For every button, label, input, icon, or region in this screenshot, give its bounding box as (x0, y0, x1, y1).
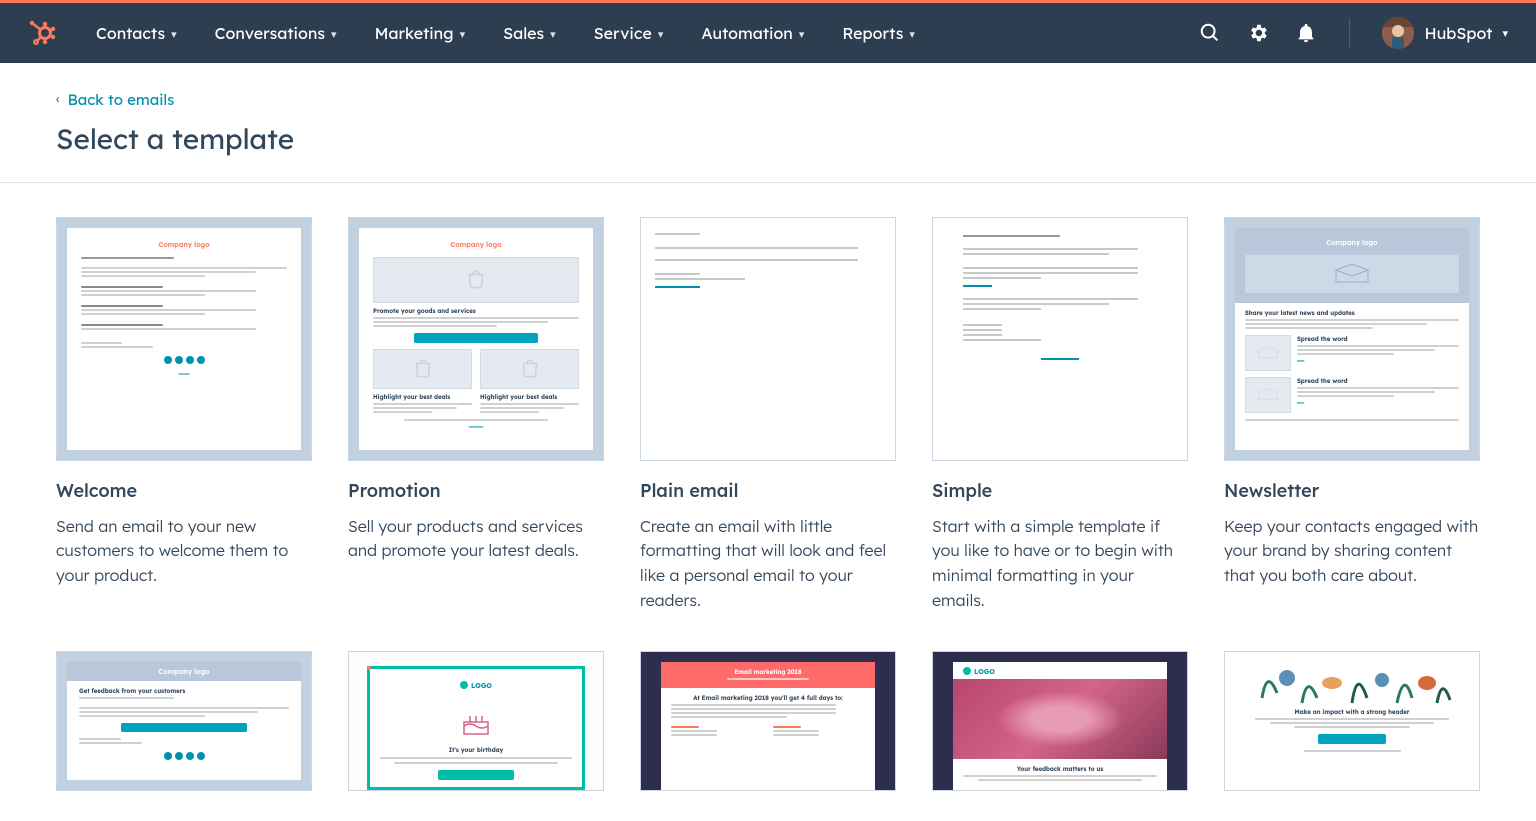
sprocket-icon (28, 18, 58, 48)
divider (1349, 18, 1350, 48)
thumb-subheading: Highlight your best deals (480, 393, 579, 401)
avatar (1382, 17, 1414, 49)
floral-illustration-icon (1239, 658, 1465, 708)
template-simple[interactable]: Simple Start with a simple template if y… (932, 217, 1188, 613)
thumb-logo-text: Company logo (1245, 238, 1459, 247)
template-thumbnail: Email marketing 2018 At Email marketing … (640, 651, 896, 791)
nav-contacts[interactable]: Contacts ▾ (96, 23, 177, 43)
template-card[interactable]: Make an impact with a strong header (1224, 651, 1480, 791)
nav-label: Contacts (96, 23, 165, 43)
nav-marketing[interactable]: Marketing ▾ (375, 23, 466, 43)
chevron-left-icon: ‹ (56, 91, 60, 107)
thumb-subheading: Highlight your best deals (373, 393, 472, 401)
chevron-down-icon: ▾ (460, 27, 466, 41)
thumb-logo-text: Company logo (81, 240, 287, 249)
template-desc: Sell your products and services and prom… (348, 514, 604, 564)
template-newsletter[interactable]: Company logo Share your latest news and … (1224, 217, 1480, 613)
chevron-down-icon: ▾ (331, 27, 337, 41)
template-desc: Send an email to your new customers to w… (56, 514, 312, 588)
thumb-heading: Your feedback matters to us (963, 765, 1157, 773)
template-thumbnail: LOGO Your feedback matters to us (932, 651, 1188, 791)
nav-label: Conversations (215, 23, 325, 43)
notifications-icon[interactable] (1295, 22, 1317, 44)
thumb-logo-text: LOGO (471, 681, 492, 690)
template-thumbnail: LOGO It's your birthday (348, 651, 604, 791)
nav-label: Automation (701, 23, 792, 43)
nav-label: Marketing (375, 23, 454, 43)
thumb-logo-text: Company logo (373, 240, 579, 249)
thumb-heading: Email marketing 2018 (665, 668, 871, 676)
template-name: Promotion (348, 479, 604, 502)
divider (0, 182, 1536, 183)
templates-section: Company logo ━ (0, 217, 1536, 811)
thumb-heading: Get feedback from your customers (79, 687, 289, 695)
nav-items: Contacts ▾ Conversations ▾ Marketing ▾ Sale… (96, 23, 1199, 43)
chevron-down-icon: ▾ (1502, 26, 1508, 40)
template-name: Plain email (640, 479, 896, 502)
account-label: HubSpot (1424, 23, 1492, 43)
page-title: Select a template (56, 121, 1480, 156)
nav-label: Sales (503, 23, 544, 43)
nav-service[interactable]: Service ▾ (594, 23, 664, 43)
thumb-subheading: At Email marketing 2018 you'll get 4 ful… (671, 694, 865, 702)
nav-label: Reports (842, 23, 903, 43)
nav-reports[interactable]: Reports ▾ (842, 23, 915, 43)
template-desc: Start with a simple template if you like… (932, 514, 1188, 613)
template-name: Newsletter (1224, 479, 1480, 502)
nav-automation[interactable]: Automation ▾ (701, 23, 804, 43)
thumb-heading: Share your latest news and updates (1245, 309, 1459, 317)
thumb-subheading: Spread the word (1297, 377, 1459, 385)
template-desc: Create an email with little formatting t… (640, 514, 896, 613)
template-thumbnail: Company logo Get feedback from your cust… (56, 651, 312, 791)
template-name: Simple (932, 479, 1188, 502)
template-thumbnail: Make an impact with a strong header (1224, 651, 1480, 791)
template-card[interactable]: LOGO Your feedback matters to us (932, 651, 1188, 791)
thumb-heading: It's your birthday (380, 746, 572, 754)
template-thumbnail: Company logo ━ (56, 217, 312, 461)
thumb-subheading: Spread the word (1297, 335, 1459, 343)
template-thumbnail (640, 217, 896, 461)
top-nav: Contacts ▾ Conversations ▾ Marketing ▾ Sale… (0, 3, 1536, 63)
template-grid: Company logo ━ (56, 217, 1480, 811)
template-thumbnail (932, 217, 1188, 461)
template-card[interactable]: Company logo Get feedback from your cust… (56, 651, 312, 791)
thumb-logo-text: Company logo (158, 667, 209, 676)
hubspot-logo[interactable] (28, 11, 72, 55)
search-icon[interactable] (1199, 22, 1221, 44)
template-card[interactable]: LOGO It's your birthday (348, 651, 604, 791)
chevron-down-icon: ▾ (550, 27, 556, 41)
back-to-emails-link[interactable]: ‹ Back to emails (56, 90, 174, 109)
back-link-label: Back to emails (68, 90, 175, 109)
template-thumbnail: Company logo Share your latest news and … (1224, 217, 1480, 461)
thumb-heading: Make an impact with a strong header (1255, 708, 1449, 716)
template-card[interactable]: Email marketing 2018 At Email marketing … (640, 651, 896, 791)
chevron-down-icon: ▾ (799, 27, 805, 41)
template-name: Welcome (56, 479, 312, 502)
settings-icon[interactable] (1247, 22, 1269, 44)
template-promotion[interactable]: Company logo Promote your goods and serv… (348, 217, 604, 613)
nav-conversations[interactable]: Conversations ▾ (215, 23, 337, 43)
nav-right: HubSpot ▾ (1199, 17, 1508, 49)
chevron-down-icon: ▾ (658, 27, 664, 41)
template-thumbnail: Company logo Promote your goods and serv… (348, 217, 604, 461)
template-plain-email[interactable]: Plain email Create an email with little … (640, 217, 896, 613)
chevron-down-icon: ▾ (909, 27, 915, 41)
template-desc: Keep your contacts engaged with your bra… (1224, 514, 1480, 588)
nav-label: Service (594, 23, 652, 43)
account-menu[interactable]: HubSpot ▾ (1382, 17, 1508, 49)
thumb-heading: Promote your goods and services (373, 307, 579, 315)
nav-sales[interactable]: Sales ▾ (503, 23, 556, 43)
page-content: ‹ Back to emails Select a template (0, 63, 1536, 156)
template-welcome[interactable]: Company logo ━ (56, 217, 312, 613)
chevron-down-icon: ▾ (171, 27, 177, 41)
thumb-logo-text: LOGO (974, 667, 995, 676)
